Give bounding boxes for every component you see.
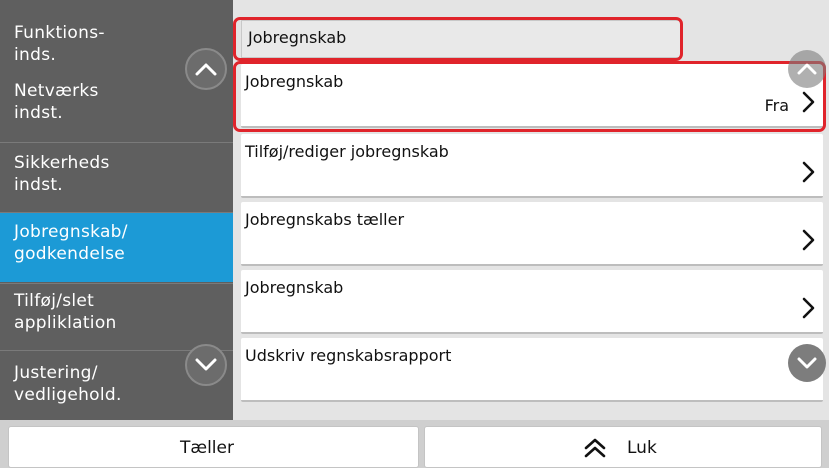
chevron-up-icon (195, 63, 217, 76)
close-button-label: Luk (627, 438, 657, 458)
counter-button-label: Tæller (180, 438, 234, 458)
divider (0, 142, 233, 143)
double-chevron-up-icon (584, 438, 606, 458)
highlight-job-accounting-row (233, 61, 826, 132)
chevron-right-icon (802, 229, 815, 251)
settings-list: Jobregnskab Jobregnskab Fra Tilføj/redig… (233, 0, 829, 420)
chevron-right-icon (802, 161, 815, 183)
chevron-down-icon (797, 357, 817, 369)
chevron-up-icon (797, 63, 817, 75)
chevron-right-icon (802, 297, 815, 319)
list-item-print-report[interactable]: Udskriv regnskabsrapport (241, 338, 823, 402)
sidebar-scroll-down-button[interactable] (185, 344, 227, 386)
divider (0, 283, 233, 284)
sidebar: Funktions- inds. Netværks indst. Sikkerh… (0, 0, 233, 420)
sidebar-item-applications[interactable]: Tilføj/slet appliklation (0, 288, 233, 348)
close-button[interactable]: Luk (424, 426, 822, 468)
list-item-label: Jobregnskab (245, 278, 344, 297)
sidebar-scroll-up-button[interactable] (185, 48, 227, 90)
sidebar-item-network[interactable]: Netværks indst. (0, 80, 233, 140)
sidebar-item-label: Sikkerheds indst. (14, 153, 110, 195)
sidebar-item-job-accounting[interactable]: Jobregnskab/ godkendelse (0, 213, 233, 282)
list-item-job-accounting-2[interactable]: Jobregnskab (241, 270, 823, 334)
counter-button[interactable]: Tæller (8, 426, 419, 468)
sidebar-item-label: Tilføj/slet appliklation (14, 291, 117, 333)
list-item-label: Tilføj/rediger jobregnskab (245, 142, 449, 161)
list-scroll-up-button[interactable] (788, 50, 826, 88)
sidebar-item-label: Jobregnskab/ godkendelse (14, 222, 128, 264)
chevron-down-icon (195, 358, 217, 371)
highlight-header (233, 17, 683, 61)
list-item-counter[interactable]: Jobregnskabs tæller (241, 202, 823, 266)
sidebar-item-security[interactable]: Sikkerheds indst. (0, 148, 233, 210)
list-item-label: Jobregnskabs tæller (245, 210, 405, 229)
bottom-bar: Tæller Luk (0, 420, 829, 468)
list-scroll-down-button[interactable] (788, 344, 826, 382)
list-item-add-edit[interactable]: Tilføj/rediger jobregnskab (241, 134, 823, 198)
list-item-label: Udskriv regnskabsrapport (245, 346, 452, 365)
